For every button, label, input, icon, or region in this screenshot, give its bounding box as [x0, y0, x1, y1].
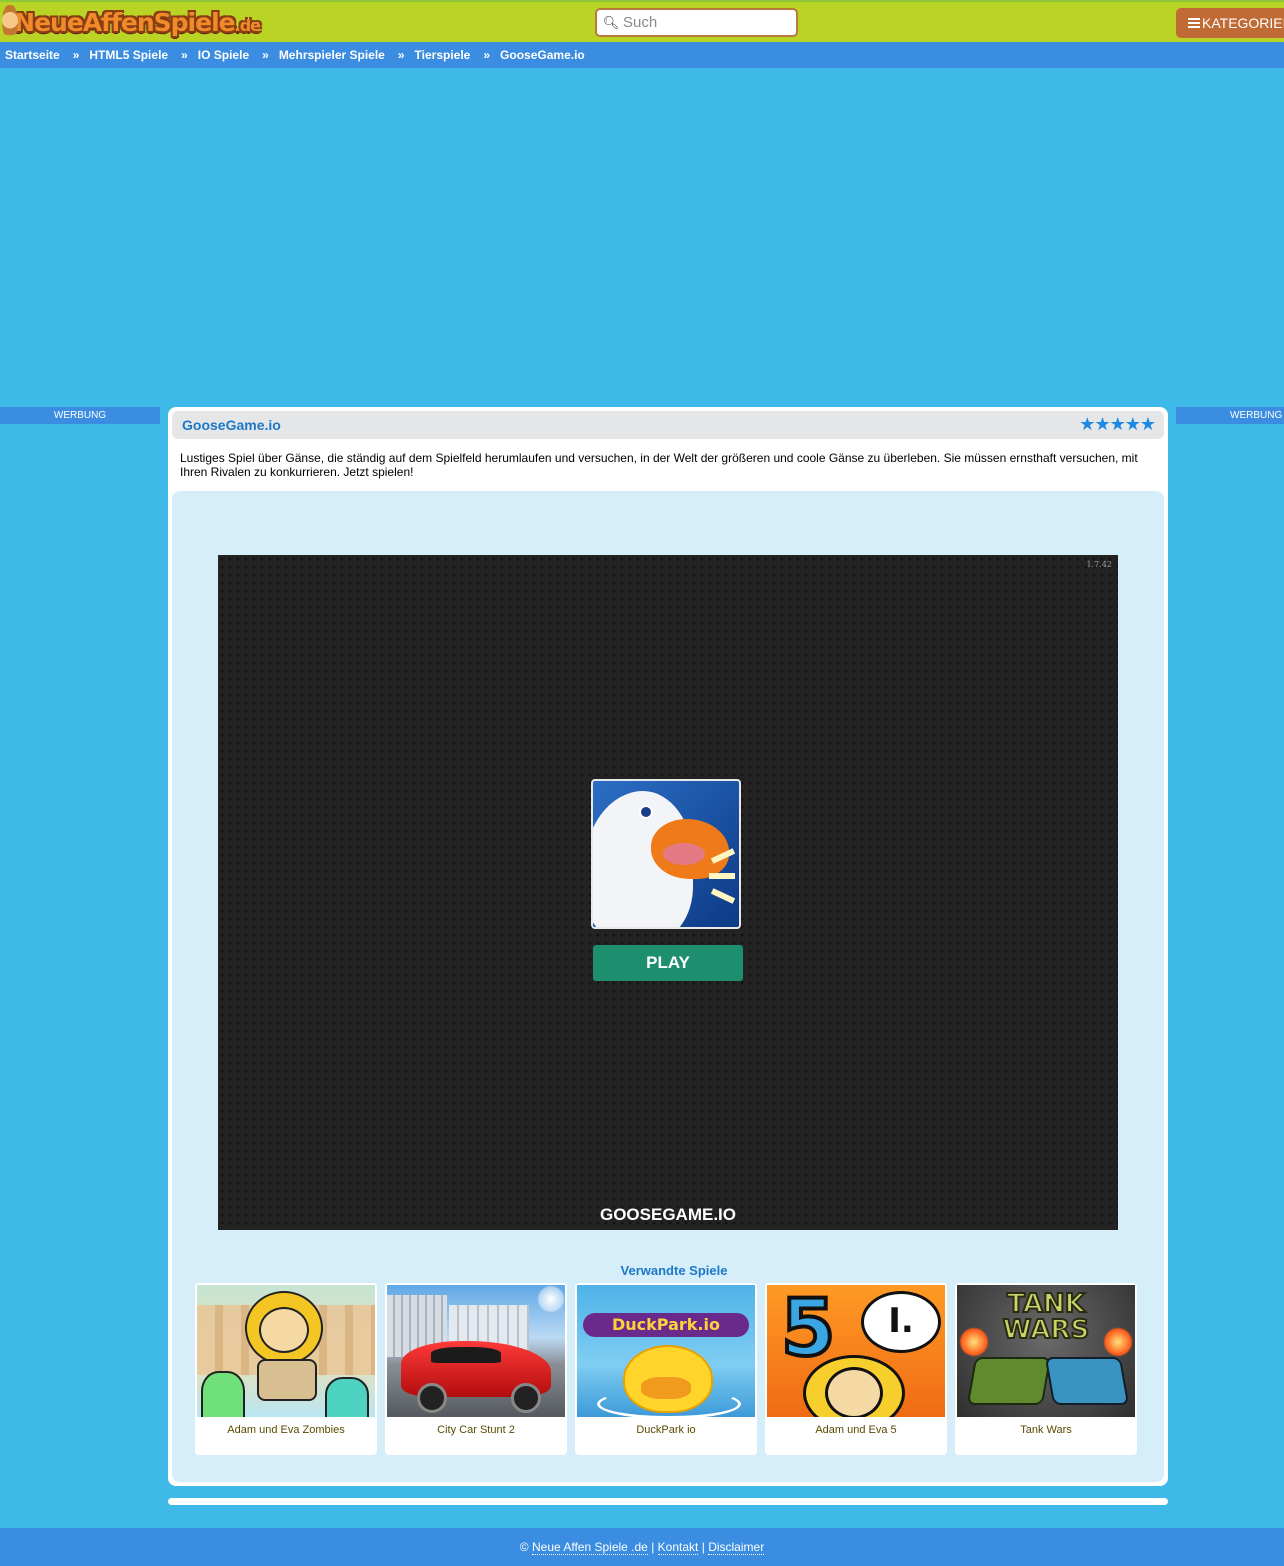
- related-game-tile[interactable]: City Car Stunt 2: [385, 1283, 567, 1455]
- related-game-label: Tank Wars: [1020, 1424, 1072, 1436]
- adam-body: [257, 1359, 317, 1401]
- game-card: GooseGame.io ★ ★ ★ ★ ★ Lustiges Spiel üb…: [168, 407, 1168, 1486]
- zombie-hand-left: [201, 1371, 245, 1417]
- search-input[interactable]: [621, 14, 783, 31]
- big-five-text: 5: [779, 1285, 837, 1374]
- adam-face: [825, 1367, 883, 1417]
- footer-divider: |: [701, 1540, 705, 1554]
- breadcrumb-io[interactable]: IO Spiele: [198, 48, 249, 62]
- breadcrumb-current[interactable]: GooseGame.io: [500, 48, 585, 62]
- star-icon[interactable]: ★: [1140, 415, 1156, 433]
- logo-text: NeueAffenSpiele.de: [14, 7, 261, 37]
- green-tank: [966, 1357, 1052, 1405]
- site-logo[interactable]: NeueAffenSpiele.de: [2, 3, 261, 41]
- related-game-label: Adam und Eva 5: [815, 1424, 897, 1436]
- breadcrumb-separator: »: [397, 48, 405, 62]
- goose-tongue: [663, 843, 705, 865]
- play-button[interactable]: PLAY: [593, 945, 743, 981]
- duckpark-logo-text: DuckPark.io: [583, 1313, 749, 1337]
- search-box: 🔍︎: [595, 8, 798, 37]
- footer: © Neue Affen Spiele .de | Kontakt | Disc…: [0, 1528, 1284, 1566]
- categories-button[interactable]: KATEGORIEN: [1176, 8, 1284, 38]
- breadcrumb-separator: »: [262, 48, 269, 62]
- star-icon[interactable]: ★: [1125, 415, 1141, 433]
- duckpark-thumb: DuckPark.io: [577, 1285, 755, 1417]
- goose-eye: [639, 805, 653, 819]
- game-title-bar: GooseGame.io ★ ★ ★ ★ ★: [172, 411, 1164, 439]
- related-games-title: Verwandte Spiele: [620, 1263, 728, 1278]
- star-icon[interactable]: ★: [1110, 415, 1126, 433]
- related-game-tile[interactable]: DuckPark.io DuckPark io: [575, 1283, 757, 1455]
- ad-label-left: WERBUNG: [0, 407, 160, 424]
- honk-line: [710, 888, 736, 904]
- water-splash: [597, 1389, 741, 1417]
- related-game-tile[interactable]: Adam und Eva Zombies: [195, 1283, 377, 1455]
- blue-tank: [1044, 1357, 1130, 1405]
- footer-contact-link[interactable]: Kontakt: [657, 1540, 699, 1555]
- breadcrumb-multiplayer[interactable]: Mehrspieler Spiele: [279, 48, 385, 62]
- goose-game-thumbnail: [591, 779, 741, 929]
- tank-wars-thumb: TANK WARS: [957, 1285, 1135, 1417]
- car-window: [431, 1347, 501, 1363]
- breadcrumb-home[interactable]: Startseite: [5, 48, 60, 62]
- footer-disclaimer-link[interactable]: Disclaimer: [708, 1540, 765, 1555]
- breadcrumb: Startseite » HTML5 Spiele » IO Spiele » …: [0, 42, 1284, 68]
- related-game-tile[interactable]: TANK WARS Tank Wars: [955, 1283, 1137, 1455]
- car-wheel: [417, 1383, 447, 1413]
- honk-line: [709, 873, 735, 879]
- breadcrumb-html5[interactable]: HTML5 Spiele: [89, 48, 168, 62]
- ad-label-right: WERBUNG: [1176, 407, 1284, 424]
- hamburger-menu-icon: [1188, 18, 1200, 28]
- related-game-tile[interactable]: 5 I. Adam und Eva 5: [765, 1283, 947, 1455]
- related-game-label: DuckPark io: [636, 1424, 696, 1436]
- breadcrumb-animals[interactable]: Tierspiele: [415, 48, 471, 62]
- star-icon[interactable]: ★: [1094, 415, 1110, 433]
- game-canvas[interactable]: 1.7.42 PLAY GOOSEGAME.IO: [218, 555, 1118, 1230]
- city-car-stunt-thumb: [387, 1285, 565, 1417]
- car-wheel: [511, 1383, 541, 1413]
- explosion-icon: [959, 1327, 989, 1357]
- monkey-logo-icon: [2, 4, 19, 40]
- rating-stars[interactable]: ★ ★ ★ ★ ★: [1079, 415, 1156, 433]
- breadcrumb-separator: »: [181, 48, 188, 62]
- game-description: Lustiges Spiel über Gänse, die ständig a…: [180, 451, 1138, 479]
- tank-title-line1: TANK: [1006, 1289, 1086, 1319]
- related-game-label: City Car Stunt 2: [437, 1424, 515, 1436]
- speech-bubble: I.: [861, 1291, 941, 1353]
- game-panel: 1.7.42 PLAY GOOSEGAME.IO Verwandte Spiel…: [172, 491, 1164, 1482]
- breadcrumb-separator: »: [483, 48, 491, 62]
- explosion-icon: [1103, 1327, 1133, 1357]
- footer-divider: |: [651, 1540, 655, 1554]
- breadcrumb-separator: »: [72, 48, 80, 62]
- copyright-symbol: ©: [519, 1540, 529, 1554]
- adam-eva-zombies-thumb: [197, 1285, 375, 1417]
- zombie-hand-right: [325, 1377, 369, 1417]
- game-title: GooseGame.io: [182, 417, 281, 433]
- adam-eva-5-thumb: 5 I.: [767, 1285, 945, 1417]
- game-version: 1.7.42: [1086, 560, 1112, 569]
- game-name-caption: GOOSEGAME.IO: [599, 1205, 737, 1224]
- content-bottom-strip: [168, 1498, 1168, 1505]
- top-header: NeueAffenSpiele.de 🔍︎ KATEGORIEN: [0, 0, 1284, 42]
- search-icon[interactable]: 🔍︎: [601, 15, 621, 31]
- adam-face: [259, 1307, 309, 1353]
- star-icon[interactable]: ★: [1079, 415, 1095, 433]
- sun: [537, 1285, 565, 1313]
- related-game-label: Adam und Eva Zombies: [227, 1424, 345, 1436]
- footer-site-link[interactable]: Neue Affen Spiele .de: [531, 1540, 648, 1555]
